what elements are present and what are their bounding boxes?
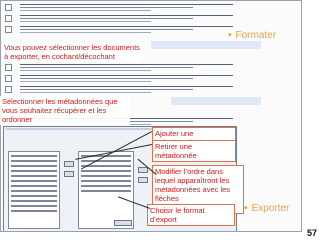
record-checkbox[interactable] bbox=[5, 64, 12, 71]
record-row[interactable] bbox=[5, 63, 261, 73]
selected-record-highlight bbox=[171, 97, 261, 105]
step-exporter: • Exporter bbox=[244, 203, 290, 214]
export-format-select[interactable] bbox=[114, 220, 132, 226]
record-row[interactable] bbox=[5, 14, 261, 24]
record-row[interactable] bbox=[5, 3, 261, 13]
callout-select-metadata: Sélectionner les métadonnées que vous so… bbox=[0, 96, 130, 125]
selected-record-highlight bbox=[151, 41, 261, 49]
page-number: 57 bbox=[306, 228, 317, 238]
record-checkbox[interactable] bbox=[5, 4, 12, 11]
step-formater: • Formater bbox=[228, 30, 277, 41]
remove-metadata-button[interactable] bbox=[64, 171, 74, 177]
callout-choose-format: Choisir le format d’export bbox=[147, 204, 235, 226]
callout-remove-metadata: Retirer une métadonnée bbox=[152, 140, 236, 162]
record-checkbox[interactable] bbox=[5, 15, 12, 22]
record-row[interactable] bbox=[5, 74, 261, 84]
record-checkbox[interactable] bbox=[5, 26, 12, 33]
callout-select-documents: Vous pouvez sélectionner les documents à… bbox=[2, 42, 142, 62]
record-checkbox[interactable] bbox=[5, 75, 12, 82]
add-metadata-button[interactable] bbox=[64, 161, 74, 167]
record-row[interactable] bbox=[5, 25, 261, 35]
move-up-button[interactable] bbox=[138, 167, 148, 173]
move-down-button[interactable] bbox=[138, 177, 148, 183]
available-metadata-list[interactable] bbox=[8, 151, 60, 229]
record-checkbox[interactable] bbox=[5, 86, 12, 93]
selected-metadata-list[interactable] bbox=[78, 151, 134, 229]
record-row[interactable] bbox=[5, 85, 261, 95]
